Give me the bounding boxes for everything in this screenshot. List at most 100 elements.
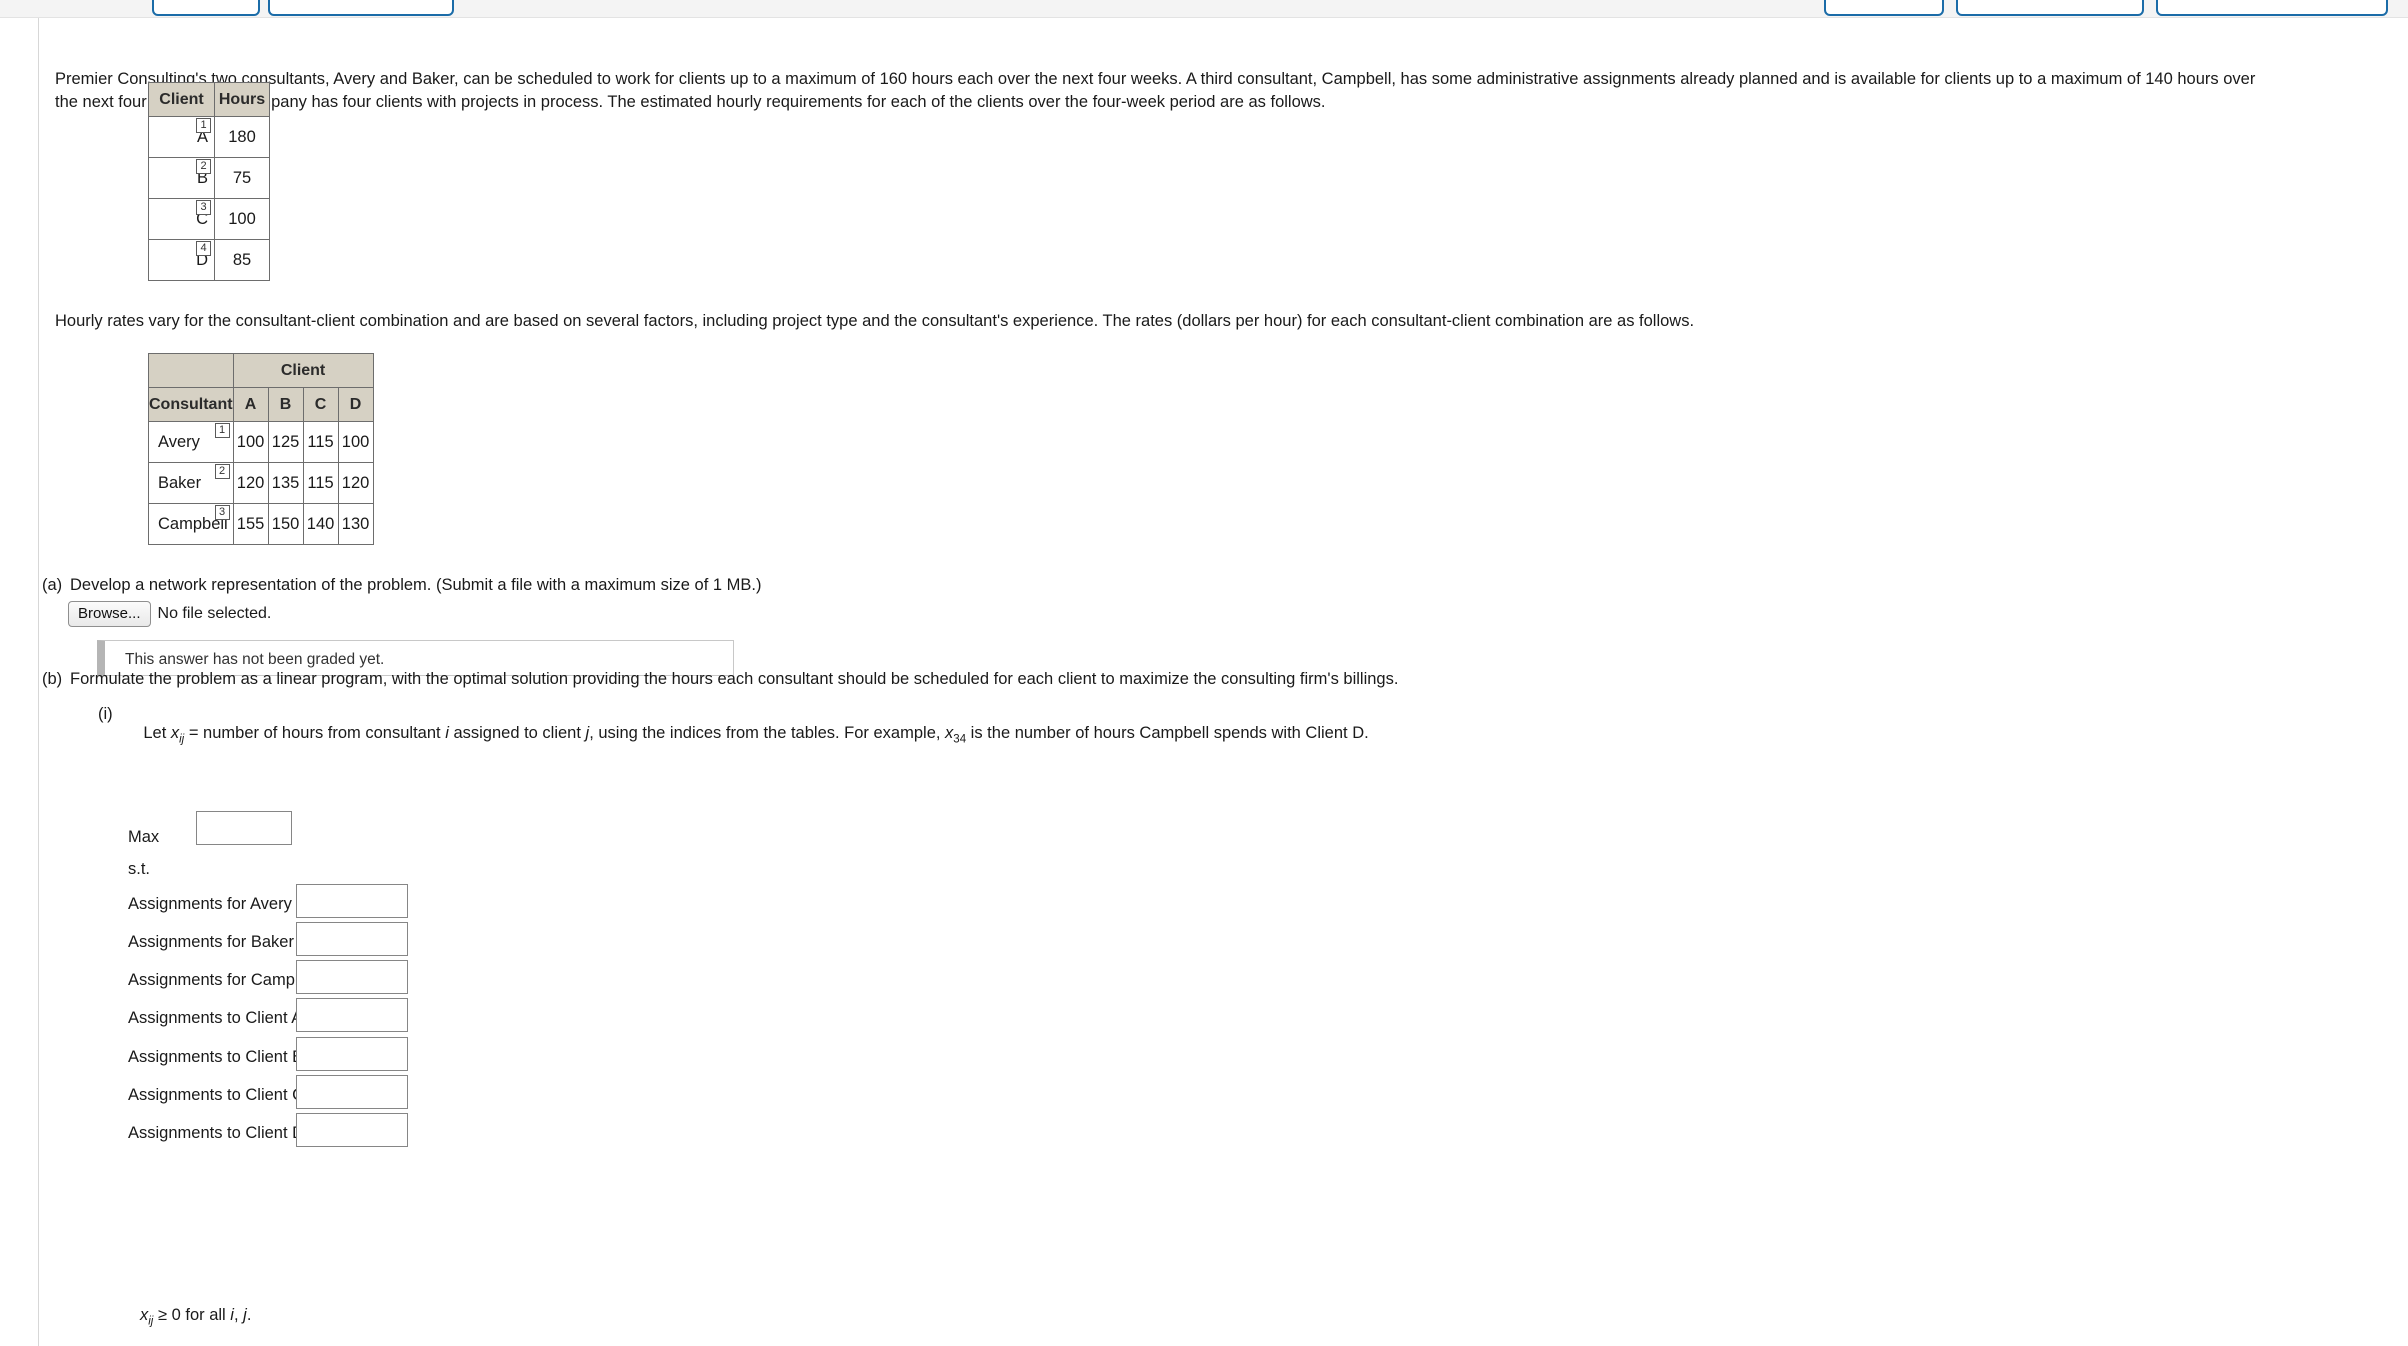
header-hours: Hours	[214, 82, 270, 117]
toolbar-button-4[interactable]	[1956, 0, 2144, 16]
consultant-name: Avery	[158, 432, 200, 451]
consultant-index-marker: 1	[214, 423, 230, 438]
client-index-marker: 2	[196, 159, 211, 174]
client-hours-table: Client Hours A 1 180 B 2 75 C 3 100 D 4 85	[148, 82, 270, 281]
consultant-rates-table: Client Consultant ABCD Avery 1 100 125 115 10…	[148, 353, 374, 545]
rate-cell: 155	[232, 503, 269, 545]
toolbar-button-5[interactable]	[2156, 0, 2388, 16]
constraint-label: Assignments to Client D	[128, 1124, 305, 1142]
i-var-x2-subscript: 34	[953, 733, 967, 746]
table-row: D 4 85	[148, 239, 270, 281]
intro-paragraph: Premier Consulting's two consultants, Av…	[55, 22, 2408, 160]
constraint-label: Assignments for Baker	[128, 933, 294, 951]
constraint-input[interactable]	[296, 1113, 408, 1147]
ungraded-notice-text: This answer has not been graded yet.	[125, 651, 385, 668]
file-status-label: No file selected.	[157, 605, 272, 622]
constraint-input[interactable]	[296, 1075, 408, 1109]
file-upload-row: Browse... No file selected.	[68, 601, 271, 627]
part-b-i-label: (i)	[98, 705, 113, 723]
nonneg-comma: ,	[233, 1306, 244, 1324]
i-var-x: x	[170, 724, 180, 742]
table-row: Baker 2 120 135 115 120	[148, 462, 374, 504]
table-row: C 3 100	[148, 198, 270, 240]
constraint-label: Assignments to Client A	[128, 1009, 303, 1027]
nonneg-rest: ≥ 0 for all	[153, 1306, 231, 1324]
client-name-cell: C3	[148, 198, 215, 240]
nonnegativity-statement: xij ≥ 0 for all i, j.	[140, 1306, 251, 1327]
constraint-input[interactable]	[296, 884, 408, 918]
part-b-text: Formulate the problem as a linear progra…	[70, 670, 1399, 688]
consultant-name: Baker	[158, 473, 202, 492]
header-client-D: D	[337, 387, 374, 422]
content-left-rule	[38, 18, 39, 1346]
rate-cell: 140	[302, 503, 339, 545]
header-blank-corner	[148, 353, 234, 388]
page-root: Premier Consulting's two consultants, Av…	[0, 0, 2408, 1346]
rate-cell: 120	[232, 462, 269, 504]
browse-button[interactable]: Browse...	[68, 601, 151, 627]
rate-cell: 125	[267, 421, 304, 463]
rate-cell: 120	[337, 462, 374, 504]
rates-group-header-row: Client	[148, 353, 374, 388]
part-a-text: Develop a network representation of the …	[70, 576, 762, 594]
consultant-name-cell: Baker 2	[148, 462, 234, 504]
header-client-C: C	[302, 387, 339, 422]
constraint-input[interactable]	[296, 960, 408, 994]
rates-intro-paragraph: Hourly rates vary for the consultant-cli…	[55, 312, 1695, 330]
rates-column-header-row: Consultant ABCD	[148, 387, 374, 422]
rate-cell: 100	[232, 421, 269, 463]
max-objective-input[interactable]	[196, 811, 292, 845]
client-name-cell: B2	[148, 157, 215, 199]
header-client-A: A	[232, 387, 269, 422]
constraint-label: Assignments to Client B	[128, 1048, 304, 1066]
constraint-input[interactable]	[296, 1037, 408, 1071]
part-b-i-text: Let xij = number of hours from consultan…	[125, 705, 1369, 764]
constraint-label: Assignments to Client C	[128, 1086, 305, 1104]
consultant-name-cell: Campbell 3	[148, 503, 234, 545]
table-row: Avery 1 100 125 115 100	[148, 421, 374, 463]
header-consultant: Consultant	[148, 387, 234, 422]
rate-cell: 115	[302, 421, 339, 463]
header-client-group: Client	[232, 353, 374, 388]
i-text-seg-e: is the number of hours Campbell spends w…	[966, 724, 1369, 742]
part-b-label: (b)	[42, 670, 63, 688]
client-index-marker: 4	[196, 241, 211, 256]
client-hours-cell: 100	[214, 198, 270, 240]
toolbar-button-3[interactable]	[1824, 0, 1944, 16]
rate-cell: 130	[337, 503, 374, 545]
constraint-input[interactable]	[296, 998, 408, 1032]
consultant-name-cell: Avery 1	[148, 421, 234, 463]
table-row: Campbell 3 155 150 140 130	[148, 503, 374, 545]
rate-cell: 115	[302, 462, 339, 504]
intro-line-2: the next four weeks. The company has fou…	[55, 93, 1326, 111]
constraint-label: Assignments for Campbell	[128, 971, 321, 989]
toolbar-button-1[interactable]	[152, 0, 260, 16]
rate-cell: 100	[337, 421, 374, 463]
i-text-seg-c: assigned to client	[448, 724, 586, 742]
i-text-seg-a: Let	[143, 724, 171, 742]
rate-cell: 150	[267, 503, 304, 545]
nonneg-var-x: x	[140, 1306, 149, 1324]
header-client: Client	[148, 82, 215, 117]
consultant-index-marker: 3	[214, 505, 230, 520]
top-toolbar	[0, 0, 2408, 18]
table-header-row: Client Hours	[148, 82, 270, 117]
toolbar-button-2[interactable]	[268, 0, 454, 16]
client-hours-cell: 85	[214, 239, 270, 281]
client-hours-cell: 180	[214, 116, 270, 158]
part-a-label: (a)	[42, 576, 63, 594]
nonneg-period: .	[246, 1306, 252, 1324]
constraint-input[interactable]	[296, 922, 408, 956]
header-client-B: B	[267, 387, 304, 422]
client-index-marker: 3	[196, 200, 211, 215]
rate-cell: 135	[267, 462, 304, 504]
max-label: Max	[128, 828, 160, 846]
client-name-cell: A1	[148, 116, 215, 158]
client-hours-cell: 75	[214, 157, 270, 199]
subject-to-label: s.t.	[128, 860, 151, 878]
i-text-seg-d: , using the indices from the tables. For…	[589, 724, 946, 742]
table-row: A 1 180	[148, 116, 270, 158]
consultant-index-marker: 2	[214, 464, 230, 479]
table-row: B 2 75	[148, 157, 270, 199]
intro-line-1: Premier Consulting's two consultants, Av…	[55, 70, 2256, 88]
